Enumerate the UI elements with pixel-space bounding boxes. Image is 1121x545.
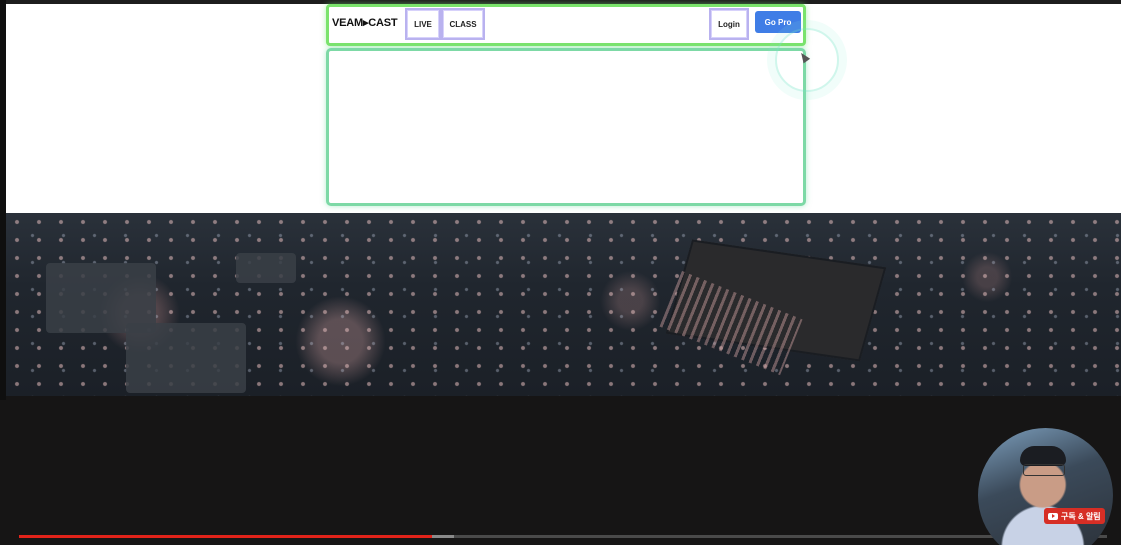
presenter-hair (1020, 446, 1066, 466)
site-header: VEAM▸CAST LIVE CLASS Login Go Pro (326, 4, 806, 46)
video-progress-bar[interactable] (19, 535, 1107, 538)
subscribe-badge-label: 구독 & 알림 (1061, 511, 1101, 521)
video-player[interactable]: VEAM▸CAST LIVE CLASS Login Go Pro 구독 & 알… (0, 0, 1121, 545)
subscribe-badge[interactable]: 구독 & 알림 (1044, 508, 1105, 524)
youtube-play-icon (1048, 512, 1058, 520)
brand-logo[interactable]: VEAM▸CAST (332, 16, 398, 29)
presenter-glasses (1023, 464, 1065, 476)
circuit-board-image (6, 213, 1121, 396)
video-background (6, 396, 1121, 545)
circuit-component (126, 323, 246, 393)
login-button[interactable]: Login (709, 8, 749, 40)
progress-played (19, 535, 433, 538)
circuit-component (236, 253, 296, 283)
content-container (326, 48, 806, 206)
nav-class-button[interactable]: CLASS (441, 8, 485, 40)
nav-live-button[interactable]: LIVE (405, 8, 441, 40)
